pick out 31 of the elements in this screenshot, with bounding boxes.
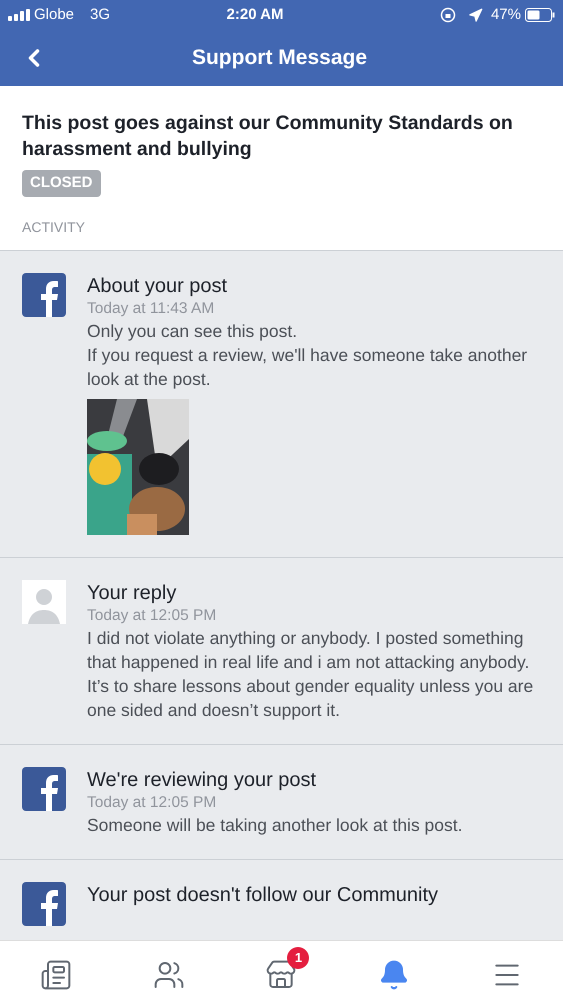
facebook-logo-icon — [22, 272, 66, 316]
battery-icon — [525, 8, 555, 22]
status-badge: CLOSED — [22, 170, 101, 196]
tab-bar-item[interactable]: 1 — [253, 946, 310, 994]
case-title: This post goes against our Community Standards on harassment and bullying — [22, 111, 514, 162]
store-icon — [265, 958, 298, 990]
status-time: 2:20 AM — [226, 4, 284, 25]
activity-message: Only you can see this post. — [87, 320, 298, 342]
page-title: Support Message — [190, 45, 368, 72]
activity-time: Today at 12:05 PM — [87, 606, 218, 626]
location-arrow-icon — [468, 8, 483, 22]
activity-message: If you request a review, we'll have someone take another look at the post. — [87, 344, 528, 390]
facebook-logo-icon — [22, 766, 66, 810]
signal-icon — [8, 9, 30, 21]
activity-time: Today at 11:43 AM — [87, 298, 216, 318]
rotation-lock-icon — [440, 7, 456, 23]
carrier-name: Globe — [34, 4, 74, 25]
activity-time: Today at 12:05 PM — [87, 792, 218, 812]
activity-message: Someone will be taking another look at this post. — [87, 814, 464, 836]
news-feed-icon — [40, 958, 72, 990]
facebook-logo-icon — [22, 882, 66, 926]
activity-title: Your reply — [87, 580, 178, 606]
avatar-silhouette-icon — [22, 580, 66, 624]
activity-title: About your post — [87, 274, 228, 298]
network-type: 3G — [90, 4, 110, 25]
activity-title: Your post doesn't follow our Community — [87, 882, 440, 908]
section-label: ACTIVITY — [22, 218, 86, 236]
battery-percent: 47% — [490, 4, 521, 25]
activity-title: We're reviewing your post — [87, 768, 318, 792]
activity-message: I did not violate anything or anybody. I posted something that happened in real life and i am not attacking anybody. It’s to share lessons about gender equality unless you are one sided and doesn’t support it. — [87, 626, 534, 722]
notification-badge: 1 — [287, 946, 310, 968]
